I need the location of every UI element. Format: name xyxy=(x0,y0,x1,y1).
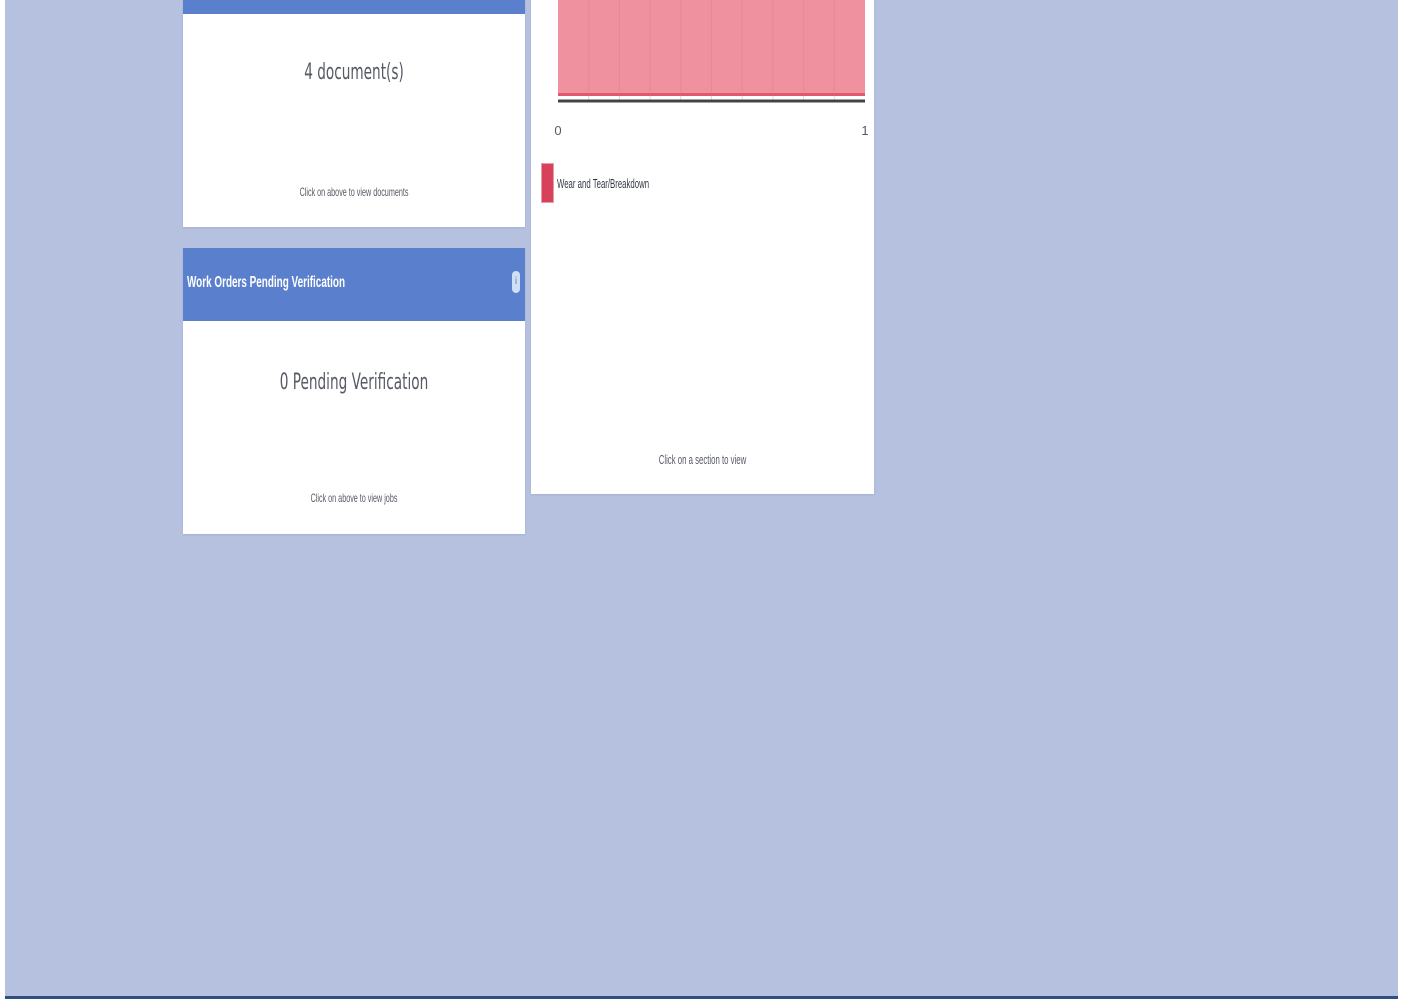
pending-hint: Click on above to view jobs xyxy=(310,491,398,505)
chart-hint: Click on a section to view xyxy=(658,452,747,467)
documents-card-header xyxy=(183,0,525,14)
documents-card: 4 document(s) Click on above to view doc… xyxy=(183,0,525,227)
pending-card-header: Work Orders Pending Verification i xyxy=(183,248,525,321)
legend-swatch xyxy=(541,163,554,203)
x-tick-label: 0 xyxy=(554,123,561,138)
chart-card: 01 Wear and Tear/Breakdown Click on a se… xyxy=(531,0,874,494)
legend-label: Wear and Tear/Breakdown xyxy=(557,175,650,191)
pending-verification-count[interactable]: 0 Pending Verification xyxy=(248,370,460,395)
documents-count[interactable]: 4 document(s) xyxy=(248,60,460,85)
pending-verification-card: Work Orders Pending Verification i 0 Pen… xyxy=(183,248,525,534)
x-tick-label: 1 xyxy=(861,123,868,138)
bar-chart: 01 xyxy=(554,0,869,138)
chart-legend[interactable]: Wear and Tear/Breakdown xyxy=(541,162,710,204)
documents-hint: Click on above to view documents xyxy=(299,185,409,199)
info-icon[interactable]: i xyxy=(512,271,520,293)
window-edge xyxy=(1398,0,1404,999)
pending-card-title: Work Orders Pending Verification xyxy=(187,274,346,291)
